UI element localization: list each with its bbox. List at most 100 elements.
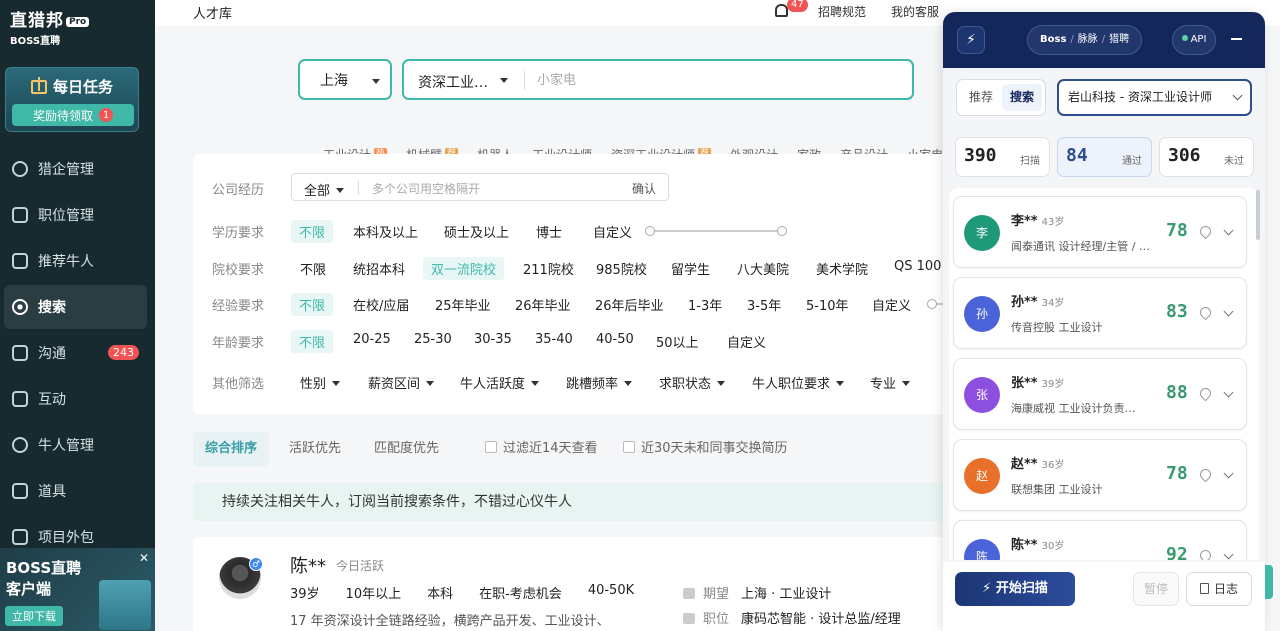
filter-option[interactable]: 八大美院	[737, 259, 789, 278]
chevron-down-icon[interactable]	[1223, 387, 1234, 398]
sidebar-item-search[interactable]: 搜索	[4, 285, 147, 329]
filter-option[interactable]: 25年毕业	[435, 295, 491, 314]
sort-option[interactable]: 匹配度优先	[374, 432, 439, 466]
filter-option[interactable]: 本科及以上	[353, 222, 418, 241]
chevron-down-icon[interactable]	[1223, 468, 1234, 479]
filter-option[interactable]: 统招本科	[353, 259, 405, 278]
city-select[interactable]: 上海	[298, 59, 392, 100]
list-item-name: 张** 39岁	[1011, 376, 1065, 391]
filter-option[interactable]: 26年毕业	[515, 295, 571, 314]
filter-option[interactable]: 不限	[291, 330, 334, 353]
chevron-down-icon	[717, 381, 726, 386]
filter-dropdown[interactable]: 求职状态	[659, 373, 726, 392]
filter-option[interactable]: 自定义	[727, 332, 766, 351]
promo-download-button[interactable]: 立即下载	[5, 606, 63, 626]
top-link-service[interactable]: 我的客服	[891, 3, 939, 20]
company-input[interactable]: 多个公司用空格隔开	[372, 180, 480, 197]
filter-dropdown[interactable]: 薪资区间	[368, 373, 435, 392]
filter-option[interactable]: 美术学院	[816, 259, 868, 278]
filter-option[interactable]: 40-50	[596, 332, 634, 347]
company-confirm-button[interactable]: 确认	[632, 180, 656, 197]
candidate-card[interactable]: ♂ 陈** 今日活跃 39岁 10年以上 本科 在职-考虑机会 40-50K 1…	[193, 537, 953, 631]
chevron-down-icon[interactable]	[1223, 225, 1234, 236]
api-status[interactable]: API	[1172, 25, 1216, 55]
filter-option[interactable]: 211院校	[523, 259, 574, 278]
pause-button[interactable]: 暂停	[1133, 572, 1179, 606]
list-item-name: 李** 43岁	[1011, 214, 1065, 229]
minimize-icon[interactable]	[1231, 38, 1242, 40]
filter-option[interactable]: 35-40	[535, 332, 573, 347]
filter-option[interactable]: 在校/应届	[353, 295, 409, 314]
filter-option[interactable]: 硕士及以上	[444, 222, 509, 241]
match-score: 78	[1166, 220, 1188, 241]
filter-option[interactable]: 不限	[300, 259, 326, 278]
filter-option[interactable]: 26年后毕业	[595, 295, 664, 314]
bell-icon[interactable]	[775, 4, 788, 17]
side-tab[interactable]	[1265, 565, 1273, 599]
filter-dropdown[interactable]: 性别	[300, 373, 341, 392]
filter-dropdown[interactable]: 专业	[870, 373, 911, 392]
bolt-icon[interactable]: ⚡	[957, 26, 985, 54]
filter-option[interactable]: 25-30	[414, 332, 452, 347]
filter-option[interactable]: 50以上	[656, 332, 699, 351]
candidate-summary: 17 年资深设计全链路经验，横跨产品开发、工业设计、	[290, 614, 610, 629]
filter-option[interactable]: 1-3年	[688, 295, 722, 314]
sort-option[interactable]: 活跃优先	[289, 432, 341, 466]
filter-option[interactable]: 不限	[291, 293, 334, 316]
mode-search[interactable]: 搜索	[1002, 84, 1042, 111]
filter-option[interactable]: 3-5年	[747, 295, 781, 314]
list-scrollbar[interactable]	[1256, 190, 1260, 240]
reward-claim-button[interactable]: 奖励待领取 1	[12, 104, 134, 126]
subscribe-notice[interactable]: 持续关注相关牛人，订阅当前搜索条件，不错过心仪牛人	[193, 483, 953, 521]
sidebar-item-recommend[interactable]: 推荐牛人	[4, 239, 147, 283]
list-item[interactable]: 张 张** 39岁 海康威视 工业设计负责… 88	[953, 358, 1247, 430]
filter-option[interactable]: 自定义	[593, 222, 632, 241]
filter-option[interactable]: 自定义	[872, 295, 911, 314]
search-input[interactable]	[537, 68, 897, 92]
source-switch[interactable]: Boss / 脉脉 / 猎聘	[1027, 25, 1143, 55]
filter-option[interactable]: 20-25	[353, 332, 391, 347]
log-button[interactable]: 日志	[1186, 572, 1252, 606]
stat-scanned: 390 扫描	[955, 137, 1050, 177]
sidebar-item-chat[interactable]: 沟通 243	[4, 331, 147, 375]
daily-task-card[interactable]: 每日任务 奖励待领取 1	[5, 67, 139, 132]
close-icon[interactable]: ✕	[139, 551, 149, 565]
chevron-down-icon[interactable]	[1223, 306, 1234, 317]
filter-dropdown[interactable]: 牛人职位要求	[752, 373, 845, 392]
top-link-rules[interactable]: 招聘规范	[818, 3, 866, 20]
filter-option[interactable]: 5-10年	[806, 295, 849, 314]
filter-viewed-checkbox[interactable]: 过滤近14天查看	[485, 432, 598, 466]
filter-option[interactable]: 不限	[291, 220, 334, 243]
filter-option[interactable]: 30-35	[474, 332, 512, 347]
list-item[interactable]: 李 李** 43岁 闻泰通讯 设计经理/主管 / … 78	[953, 196, 1247, 268]
sort-option[interactable]: 综合排序	[193, 432, 270, 466]
client-promo-banner[interactable]: BOSS直聘 客户端 立即下载 ✕	[0, 548, 155, 631]
company-scope-select[interactable]: 全部	[304, 180, 345, 199]
filter-option[interactable]: QS 100	[894, 259, 941, 274]
filter-label-other: 其他筛选	[212, 377, 265, 392]
chevron-down-icon[interactable]	[1223, 549, 1234, 560]
position-select[interactable]: 资深工业…	[418, 72, 488, 92]
filter-dropdown[interactable]: 牛人活跃度	[460, 373, 540, 392]
filter-dropdown[interactable]: 跳槽频率	[566, 373, 633, 392]
filter-option[interactable]: 留学生	[671, 259, 710, 278]
start-scan-button[interactable]: ⚡ 开始扫描	[955, 572, 1075, 606]
sidebar-item-props[interactable]: 道具	[4, 469, 147, 513]
filter-option[interactable]: 双一流院校	[423, 257, 505, 280]
avatar: 张	[964, 377, 1000, 413]
filter-option[interactable]: 博士	[536, 222, 562, 241]
sidebar-item-interact[interactable]: 互动	[4, 377, 147, 421]
education-slider[interactable]	[645, 226, 787, 236]
sidebar-item-talent[interactable]: 牛人管理	[4, 423, 147, 467]
sidebar-item-hunter-company[interactable]: 猎企管理	[4, 147, 147, 191]
list-item[interactable]: 陈 陈** 30岁 92	[953, 520, 1247, 560]
sidebar-item-jobs[interactable]: 职位管理	[4, 193, 147, 237]
match-score: 83	[1166, 301, 1188, 322]
list-item[interactable]: 赵 赵** 36岁 联想集团 工业设计 78	[953, 439, 1247, 511]
filter-option[interactable]: 985院校	[596, 259, 647, 278]
job-select[interactable]: 岩山科技 - 资深工业设计师	[1057, 79, 1252, 116]
filter-exchange-checkbox[interactable]: 近30天未和同事交换简历	[623, 432, 788, 466]
app-logo[interactable]: 直猎邦 Pro BOSS直聘	[10, 6, 90, 47]
list-item[interactable]: 孙 孙** 34岁 传音控股 工业设计 83	[953, 277, 1247, 349]
mode-recommend[interactable]: 推荐	[961, 84, 1001, 111]
